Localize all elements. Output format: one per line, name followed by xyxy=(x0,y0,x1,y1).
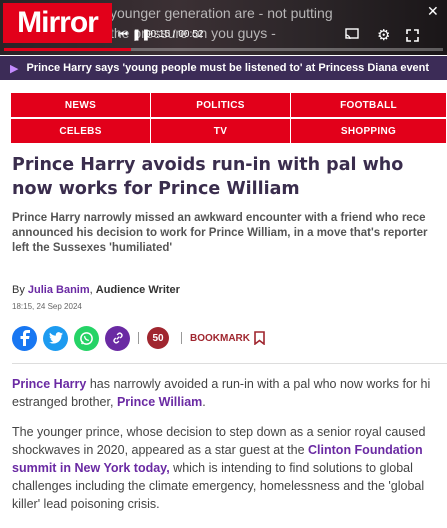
prince-william-link[interactable]: Prince William xyxy=(117,395,202,409)
fullscreen-icon[interactable] xyxy=(406,29,419,44)
paragraph-line: summit in New York today, which is inten… xyxy=(12,459,447,477)
clinton-foundation-link[interactable]: Clinton Foundation xyxy=(308,443,423,457)
paragraph-text: . xyxy=(202,395,206,409)
nav-tv[interactable]: TV xyxy=(151,119,291,143)
paragraph-text: has narrowly avoided a run-in with a pal… xyxy=(86,377,431,391)
video-time: 00:15 / 00:52 xyxy=(145,29,204,40)
facebook-share-icon[interactable] xyxy=(12,325,37,351)
byline-prefix: By xyxy=(12,284,25,296)
comment-count: 50 xyxy=(152,332,164,344)
standfirst-line: left the Sussexes 'humiliated' xyxy=(12,242,173,254)
settings-gear-icon[interactable]: ⚙ xyxy=(377,26,390,44)
related-video-bar[interactable]: ▶ Prince Harry says 'young people must b… xyxy=(0,56,447,80)
paragraph-line: Prince Harry has narrowly avoided a run-… xyxy=(12,375,447,393)
nav-celebs[interactable]: CELEBS xyxy=(11,119,151,143)
section-divider xyxy=(12,363,447,364)
author-link[interactable]: Julia Banim xyxy=(28,284,90,296)
nav-politics[interactable]: POLITICS xyxy=(151,93,291,117)
skip-back-icon[interactable]: ⏮ xyxy=(118,30,128,41)
nav-football[interactable]: FOOTBALL xyxy=(291,93,447,117)
share-separator xyxy=(138,332,139,344)
bookmark-button[interactable]: BOOKMARK xyxy=(190,331,265,345)
copy-link-icon[interactable] xyxy=(105,325,130,351)
paragraph-text: estranged brother, xyxy=(12,395,117,409)
paragraph-line: The younger prince, whose decision to st… xyxy=(12,425,426,439)
paragraph-text: shockwaves in 2020, appeared as a star g… xyxy=(12,443,309,457)
section-nav: NEWS POLITICS FOOTBALL CELEBS TV SHOPPIN… xyxy=(11,93,447,145)
bookmark-icon xyxy=(254,331,265,345)
article-paragraph: Prince Harry has narrowly avoided a run-… xyxy=(12,375,447,411)
byline-comma: , xyxy=(89,284,93,296)
article-headline: Prince Harry avoids run-in with pal who … xyxy=(12,155,404,199)
share-bar: 50 BOOKMARK xyxy=(12,325,265,351)
paragraph-line: killer' lead poisoning crisis. xyxy=(12,497,160,511)
close-video-icon[interactable]: ✕ xyxy=(427,4,439,18)
twitter-share-icon[interactable] xyxy=(43,325,68,351)
nav-news[interactable]: NEWS xyxy=(11,93,151,117)
standfirst-line: Prince Harry narrowly missed an awkward … xyxy=(12,212,426,224)
paragraph-text: which is intending to find solutions to … xyxy=(169,461,413,475)
share-separator xyxy=(181,332,182,344)
prince-harry-link[interactable]: Prince Harry xyxy=(12,377,86,391)
paragraph-line: estranged brother, Prince William. xyxy=(12,393,447,411)
cast-icon[interactable] xyxy=(345,28,359,42)
article-paragraph: The younger prince, whose decision to st… xyxy=(12,423,447,513)
mirror-logo[interactable]: Mirror xyxy=(3,3,112,43)
play-arrow-icon: ▶ xyxy=(10,62,19,75)
video-subtitle-line1: younger generation are - not putting xyxy=(110,5,333,21)
standfirst-line: announced his decision to work for Princ… xyxy=(12,227,428,239)
bookmark-label: BOOKMARK xyxy=(190,332,250,344)
paragraph-line: challenges including the climate emergen… xyxy=(12,479,425,493)
whatsapp-share-icon[interactable] xyxy=(74,325,99,351)
author-role: Audience Writer xyxy=(95,284,180,296)
video-progress-bar[interactable] xyxy=(4,48,443,51)
mirror-logo-text: Mirror xyxy=(17,6,99,39)
video-progress-fill xyxy=(4,48,132,51)
comment-count-badge[interactable]: 50 xyxy=(147,327,169,349)
video-player[interactable]: younger generation are - not putting the… xyxy=(0,0,447,55)
nav-shopping[interactable]: SHOPPING xyxy=(291,119,447,143)
article-standfirst: Prince Harry narrowly missed an awkward … xyxy=(12,211,447,256)
paragraph-line: shockwaves in 2020, appeared as a star g… xyxy=(12,441,447,459)
publish-timestamp: 18:15, 24 Sep 2024 xyxy=(12,302,82,311)
byline: By Julia Banim, Audience Writer xyxy=(12,284,180,296)
summit-link[interactable]: summit in New York today, xyxy=(12,461,170,475)
related-video-title: Prince Harry says 'young people must be … xyxy=(26,62,430,74)
